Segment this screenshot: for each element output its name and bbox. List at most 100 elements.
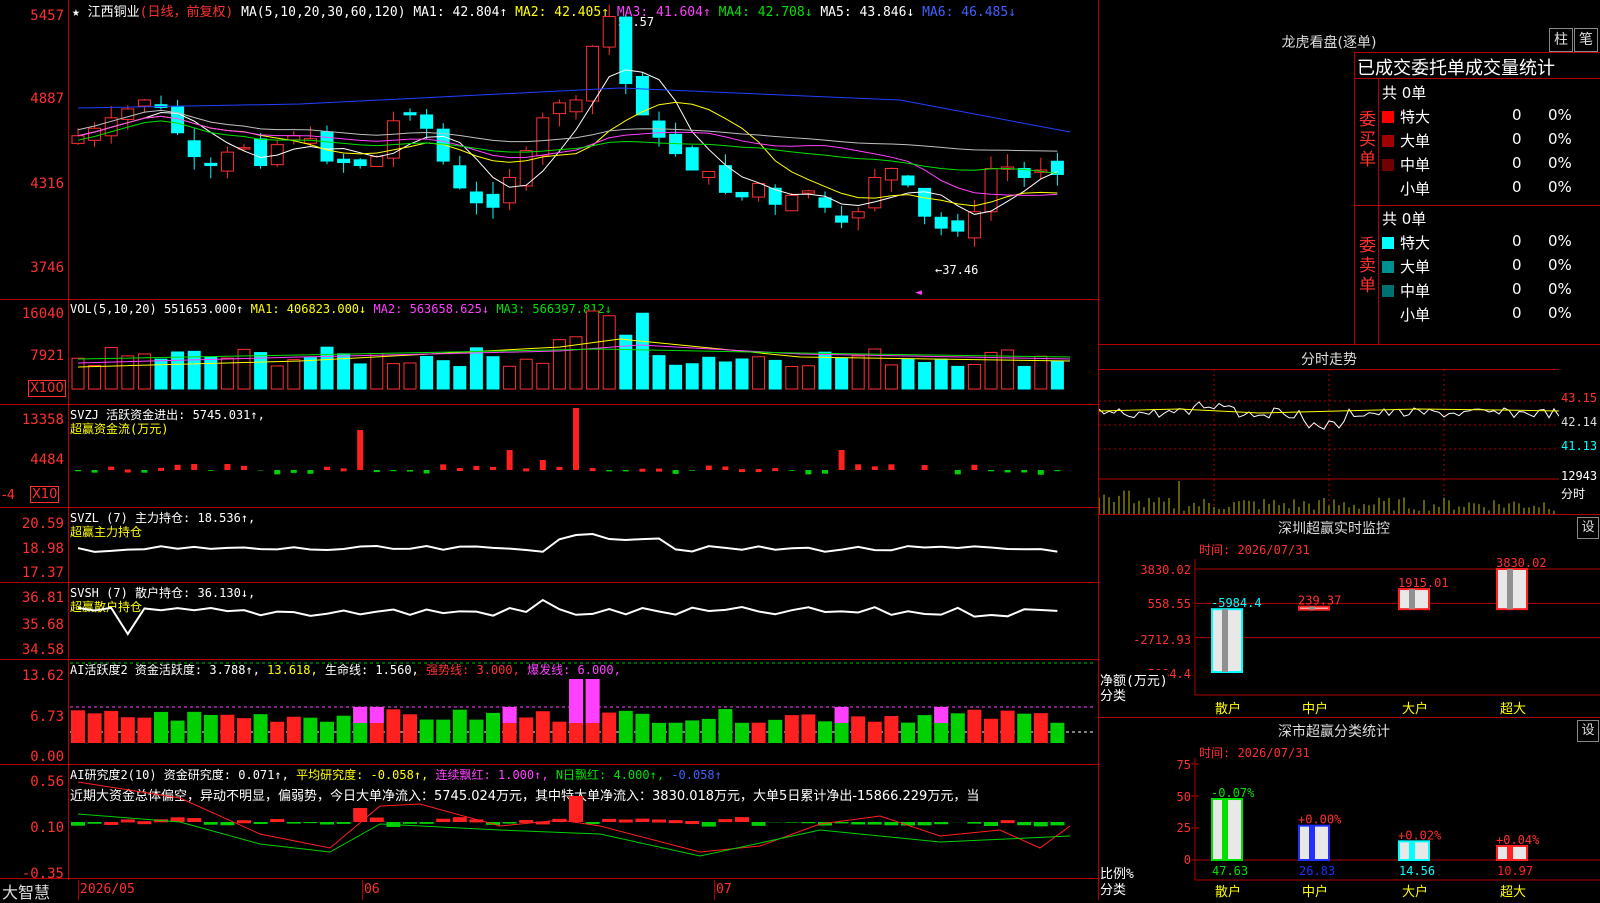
tab-tick[interactable]: 笔 bbox=[1574, 28, 1598, 52]
order-count: 0 bbox=[1512, 304, 1522, 322]
research-bar bbox=[718, 819, 732, 822]
flow-bar bbox=[274, 470, 280, 474]
activity-bar bbox=[818, 721, 832, 743]
flow-bar bbox=[523, 468, 529, 471]
research-bar bbox=[1050, 822, 1064, 825]
candle-body bbox=[603, 16, 615, 47]
sz-class-panel: 深市超赢分类统计 设 时间: 2026/07/31 75 50 25 0 比例%… bbox=[1099, 717, 1600, 901]
volume-bar bbox=[620, 335, 632, 389]
research-bar bbox=[1034, 822, 1048, 826]
volume-bar bbox=[421, 356, 433, 389]
activity-bar bbox=[171, 721, 185, 743]
candle-body bbox=[338, 159, 350, 162]
volume-bar bbox=[769, 360, 781, 389]
intraday-chart[interactable] bbox=[1099, 369, 1559, 515]
candle-body bbox=[620, 17, 632, 84]
order-pct: 0% bbox=[1548, 304, 1572, 322]
research-bar bbox=[785, 822, 799, 823]
flow-bar bbox=[756, 469, 762, 472]
flow-bar bbox=[689, 470, 695, 471]
intraday-panel[interactable]: 分时走势 43.15 42.14 41.13 12943 分时 bbox=[1099, 344, 1600, 515]
activity-bar bbox=[801, 714, 815, 743]
research-bar bbox=[88, 822, 102, 824]
volume-bar bbox=[238, 349, 250, 389]
activity-bar bbox=[320, 722, 334, 743]
volume-bar bbox=[288, 360, 300, 389]
candle-body bbox=[553, 103, 565, 114]
candle-body bbox=[487, 194, 499, 207]
monitor-bar-shade bbox=[1507, 569, 1513, 609]
date-label: 2026/05 bbox=[80, 882, 135, 897]
flow-bar bbox=[141, 470, 147, 473]
candle-body bbox=[470, 192, 482, 203]
flow-bar bbox=[291, 470, 297, 473]
order-count: 0 bbox=[1512, 106, 1522, 124]
activity-bar bbox=[602, 713, 616, 743]
research-bar bbox=[1001, 820, 1015, 823]
flow-bar bbox=[307, 470, 313, 474]
flow-bar bbox=[540, 460, 546, 470]
volume-bar bbox=[753, 357, 765, 389]
volume-bar bbox=[719, 362, 731, 389]
candlestick-chart[interactable] bbox=[0, 0, 1100, 300]
retail-position-chart[interactable] bbox=[0, 582, 1100, 659]
color-swatch-icon bbox=[1382, 183, 1394, 195]
flow-bar bbox=[922, 465, 928, 470]
volume-bar bbox=[587, 311, 599, 389]
research-bar bbox=[685, 821, 699, 824]
volume-bar bbox=[919, 363, 931, 389]
volume-bar bbox=[1018, 366, 1030, 389]
research-bar bbox=[254, 822, 268, 824]
order-size-label: 中单 bbox=[1400, 282, 1430, 300]
activity-bar bbox=[420, 720, 434, 743]
activity-bar bbox=[851, 716, 865, 743]
research-bar bbox=[187, 818, 201, 822]
main-position-chart[interactable] bbox=[0, 507, 1100, 582]
volume-chart[interactable] bbox=[0, 299, 1100, 404]
dragon-tiger-panel: 龙虎看盘(逐单) 柱 笔 已成交委托单成交量统计 委买单 委卖单 共 0单 共 … bbox=[1099, 0, 1600, 344]
order-row: 中单00% bbox=[1382, 154, 1597, 176]
research-bar bbox=[121, 819, 135, 822]
research-bar bbox=[801, 822, 815, 823]
volume-bar bbox=[122, 356, 134, 389]
class-value-label: 47.63 bbox=[1212, 864, 1248, 878]
activity-bar bbox=[403, 714, 417, 743]
right-panel: 龙虎看盘(逐单) 柱 笔 已成交委托单成交量统计 委买单 委卖单 共 0单 共 … bbox=[1099, 0, 1600, 900]
flow-bar bbox=[1054, 470, 1060, 471]
order-pct: 0% bbox=[1548, 256, 1572, 274]
main-chart-area[interactable]: ★ 江西铜业(日线，前复权) MA(5,10,20,30,60,120) MA1… bbox=[0, 0, 1100, 900]
volume-bar bbox=[852, 356, 864, 389]
intraday-title: 分时走势 bbox=[1099, 349, 1559, 369]
order-count: 0 bbox=[1512, 256, 1522, 274]
monitor-bar-shade bbox=[1409, 589, 1415, 609]
order-count: 0 bbox=[1512, 232, 1522, 250]
activity-bar bbox=[868, 722, 882, 743]
activity-bar bbox=[386, 709, 400, 743]
flow-bar bbox=[822, 470, 828, 474]
flow-bar bbox=[805, 470, 811, 474]
activity-bar bbox=[519, 717, 533, 743]
candle-body bbox=[89, 128, 101, 140]
sz-class-chart[interactable]: -0.07%47.63散户+0.00%26.83中户+0.02%14.56大户+… bbox=[1099, 718, 1600, 901]
flow-bar bbox=[390, 470, 396, 471]
flow-bar bbox=[357, 430, 363, 470]
activity-bar bbox=[951, 713, 965, 743]
sz-monitor-chart[interactable]: -5984.4散户239.37中户1915.01大户3830.02超大 bbox=[1099, 515, 1600, 718]
tab-bar[interactable]: 柱 bbox=[1549, 28, 1573, 52]
flow-bar bbox=[639, 469, 645, 472]
order-size-label: 大单 bbox=[1400, 132, 1430, 150]
order-pct: 0% bbox=[1548, 280, 1572, 298]
ai-research-chart[interactable] bbox=[0, 764, 1100, 878]
research-bar bbox=[1017, 822, 1031, 825]
candle-body bbox=[421, 115, 433, 128]
activity-burst-bar bbox=[503, 707, 517, 723]
research-bar bbox=[918, 822, 932, 825]
research-bar bbox=[619, 819, 633, 822]
ai-activity-chart[interactable] bbox=[0, 659, 1100, 764]
fund-flow-chart[interactable] bbox=[0, 404, 1100, 507]
intraday-y-label: 43.15 bbox=[1561, 391, 1597, 405]
candle-body bbox=[537, 118, 549, 156]
flow-bar bbox=[158, 468, 164, 471]
volume-bar bbox=[686, 364, 698, 389]
color-swatch-icon bbox=[1382, 111, 1394, 123]
